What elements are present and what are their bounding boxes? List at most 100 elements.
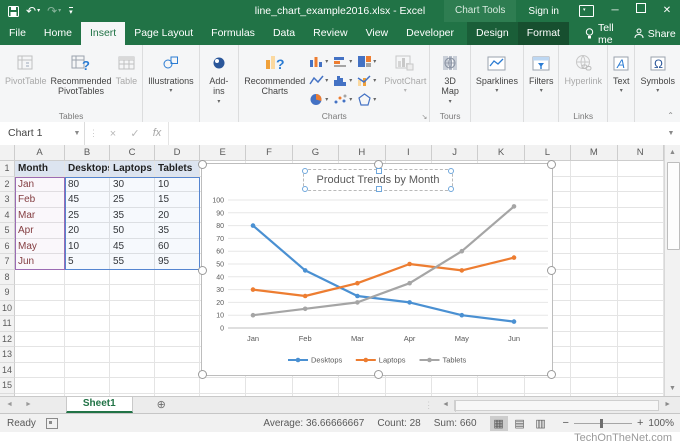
tab-home[interactable]: Home: [35, 22, 81, 45]
row-header-3[interactable]: 3: [0, 192, 15, 208]
minimize-button[interactable]: ─: [602, 0, 628, 22]
table-button[interactable]: Table: [114, 48, 140, 88]
cell-a4[interactable]: Mar: [15, 208, 65, 224]
recommended-charts-button[interactable]: ? Recommended Charts: [242, 48, 307, 99]
zoom-in-button[interactable]: +: [637, 417, 643, 429]
cell-d1[interactable]: Tablets: [155, 161, 200, 177]
data-point-desktops-feb[interactable]: [303, 268, 308, 273]
horizontal-scroll-thumb[interactable]: [455, 401, 456, 412]
data-point-laptops-apr[interactable]: [407, 262, 412, 267]
ribbon-display-options-button[interactable]: [579, 5, 594, 17]
data-point-laptops-jan[interactable]: [251, 287, 256, 292]
cell-d9[interactable]: [155, 285, 200, 301]
cell-m5[interactable]: [571, 223, 617, 239]
cell-c6[interactable]: 45: [110, 239, 155, 255]
row-header-7[interactable]: 7: [0, 254, 15, 270]
sparklines-button[interactable]: Sparklines ▾: [474, 48, 520, 96]
select-all-button[interactable]: [0, 145, 15, 161]
cell-d4[interactable]: 20: [155, 208, 200, 224]
row-header-11[interactable]: 11: [0, 316, 15, 332]
combo-chart-button[interactable]: ▾: [357, 71, 380, 89]
cell-b1[interactable]: Desktops: [65, 161, 110, 177]
zoom-slider[interactable]: [574, 423, 632, 424]
cell-m15[interactable]: [571, 378, 617, 394]
chart-object[interactable]: 0102030405060708090100JanFebMarAprMayJun…: [201, 163, 553, 376]
cell-e15[interactable]: [200, 378, 246, 394]
scroll-down-arrow[interactable]: ▼: [665, 381, 680, 396]
row-header-4[interactable]: 4: [0, 208, 15, 224]
cell-d5[interactable]: 35: [155, 223, 200, 239]
name-box[interactable]: Chart 1: [0, 122, 70, 145]
cell-a12[interactable]: [15, 332, 65, 348]
row-header-14[interactable]: 14: [0, 363, 15, 379]
pie-chart-button[interactable]: ▾: [309, 90, 332, 108]
row-header-12[interactable]: 12: [0, 332, 15, 348]
title-handle[interactable]: [302, 168, 308, 174]
column-header-i[interactable]: I: [386, 145, 432, 161]
row-header-5[interactable]: 5: [0, 223, 15, 239]
symbols-button[interactable]: Ω Symbols ▾: [638, 48, 677, 96]
column-header-d[interactable]: D: [155, 145, 200, 161]
cell-a6[interactable]: May: [15, 239, 65, 255]
tab-data[interactable]: Data: [264, 22, 304, 45]
line-chart[interactable]: 0102030405060708090100JanFebMarAprMayJun…: [202, 164, 552, 375]
cell-d11[interactable]: [155, 316, 200, 332]
cell-n9[interactable]: [618, 285, 664, 301]
tab-review[interactable]: Review: [304, 22, 356, 45]
recommended-pivottables-button[interactable]: ? Recommended PivotTables: [49, 48, 114, 99]
cell-c4[interactable]: 35: [110, 208, 155, 224]
cell-m7[interactable]: [571, 254, 617, 270]
name-box-dropdown-arrow[interactable]: ▼: [70, 122, 85, 145]
tab-format[interactable]: Format: [518, 22, 569, 45]
cell-n7[interactable]: [618, 254, 664, 270]
chart-title-box[interactable]: Product Trends by Month: [303, 169, 453, 191]
cell-c14[interactable]: [110, 363, 155, 379]
column-header-k[interactable]: K: [478, 145, 524, 161]
cell-b13[interactable]: [65, 347, 110, 363]
close-button[interactable]: ✕: [654, 0, 680, 22]
chart-resize-handle[interactable]: [547, 370, 556, 379]
cell-c8[interactable]: [110, 270, 155, 286]
data-point-desktops-apr[interactable]: [407, 300, 412, 305]
data-point-laptops-mar[interactable]: [355, 281, 360, 286]
column-header-c[interactable]: C: [110, 145, 155, 161]
cell-j15[interactable]: [432, 378, 478, 394]
column-header-e[interactable]: E: [200, 145, 246, 161]
macro-record-icon[interactable]: [46, 418, 58, 429]
cell-n11[interactable]: [618, 316, 664, 332]
cell-d13[interactable]: [155, 347, 200, 363]
cell-d12[interactable]: [155, 332, 200, 348]
waterfall-chart-button[interactable]: ▾: [309, 71, 332, 89]
vertical-scroll-thumb[interactable]: [667, 162, 680, 250]
cell-m1[interactable]: [571, 161, 617, 177]
cell-b3[interactable]: 45: [65, 192, 110, 208]
radar-chart-button[interactable]: ▾: [357, 90, 380, 108]
chart-resize-handle[interactable]: [547, 160, 556, 169]
hyperlink-button[interactable]: Hyperlink: [562, 48, 604, 88]
cell-a15[interactable]: [15, 378, 65, 394]
pivotchart-button[interactable]: PivotChart ▾: [382, 48, 428, 96]
vertical-scrollbar[interactable]: ▲ ▼: [664, 145, 680, 396]
cell-g15[interactable]: [293, 378, 339, 394]
hierarchy-chart-button[interactable]: ▾: [357, 52, 380, 70]
next-sheet-arrow[interactable]: ►: [19, 397, 38, 413]
scatter-chart-button[interactable]: ▾: [333, 90, 356, 108]
column-header-j[interactable]: J: [432, 145, 478, 161]
text-button[interactable]: A Text ▾: [611, 48, 632, 96]
column-header-l[interactable]: L: [525, 145, 571, 161]
chart-title[interactable]: Product Trends by Month: [317, 174, 440, 186]
cell-a2[interactable]: Jan: [15, 177, 65, 193]
formula-bar-expand-arrow[interactable]: ▼: [662, 130, 680, 137]
cell-b10[interactable]: [65, 301, 110, 317]
cell-c13[interactable]: [110, 347, 155, 363]
pivottable-button[interactable]: PivotTable: [3, 48, 49, 88]
addins-button[interactable]: Add-ins ▾: [203, 48, 236, 107]
cell-c3[interactable]: 25: [110, 192, 155, 208]
cell-b14[interactable]: [65, 363, 110, 379]
save-button[interactable]: [8, 6, 19, 17]
chart-resize-handle[interactable]: [374, 370, 383, 379]
cell-a13[interactable]: [15, 347, 65, 363]
cell-b15[interactable]: [65, 378, 110, 394]
cell-n1[interactable]: [618, 161, 664, 177]
data-point-laptops-jun[interactable]: [512, 255, 517, 260]
